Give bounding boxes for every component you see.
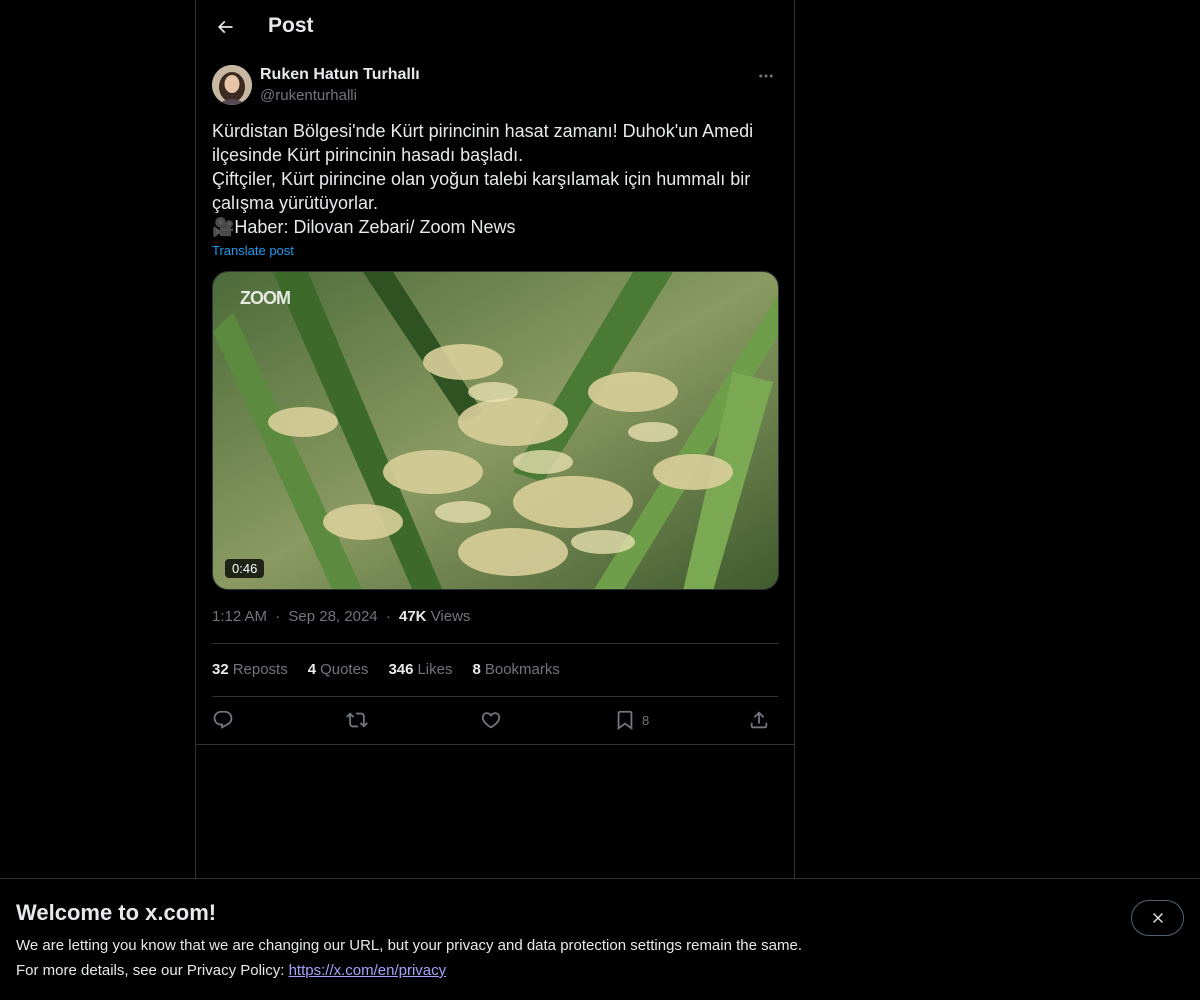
video-duration-badge: 0:46 [225, 559, 265, 578]
banner-title: Welcome to x.com! [16, 900, 217, 925]
repost-button[interactable] [346, 706, 368, 734]
reply-icon [213, 710, 233, 729]
reposts-stat[interactable]: 32 Reposts [212, 661, 288, 678]
views-label: Views [430, 608, 471, 625]
post-date[interactable]: Sep 28, 2024 [288, 608, 377, 625]
meta-separator: · [385, 608, 391, 625]
main-column: Post Ruken Hatun Turhallı @rukenturhalli… [195, 0, 795, 878]
back-button[interactable] [208, 10, 242, 44]
divider [212, 696, 778, 697]
translate-post-link[interactable]: Translate post [212, 243, 294, 258]
top-bar: Post [196, 0, 794, 53]
bookmark-button[interactable]: 8 [614, 706, 649, 734]
bookmarks-stat[interactable]: 8 Bookmarks [473, 661, 560, 678]
likes-stat[interactable]: 346 Likes [388, 661, 452, 678]
banner-policy-text: For more details, see our Privacy Policy… [16, 962, 289, 979]
post-text: Kürdistan Bölgesi'nde Kürt pirincinin ha… [212, 121, 754, 237]
views-count: 47K [398, 608, 427, 625]
close-icon [1152, 913, 1163, 923]
post-video[interactable]: ZOOM 0:46 [212, 271, 779, 590]
banner-message: We are letting you know that we are chan… [16, 937, 802, 954]
share-button[interactable] [748, 706, 770, 734]
engagement-stats: 32 Reposts 4 Quotes 346 Likes 8 Bookmarks [212, 661, 560, 678]
welcome-banner: Welcome to x.com! We are letting you kno… [0, 878, 1200, 1000]
author-handle[interactable]: @rukenturhalli [260, 87, 357, 104]
avatar[interactable] [212, 65, 252, 105]
bookmark-icon [617, 710, 633, 731]
like-button[interactable] [480, 706, 502, 734]
more-button[interactable] [754, 66, 778, 86]
action-bar: 8 [212, 706, 778, 736]
share-icon [750, 711, 768, 729]
quotes-stat[interactable]: 4 Quotes [308, 661, 369, 678]
post-author: Ruken Hatun Turhallı @rukenturhalli [212, 64, 778, 108]
privacy-policy-link[interactable]: https://x.com/en/privacy [289, 962, 447, 979]
meta-separator: · [275, 608, 281, 625]
banner-policy-line: For more details, see our Privacy Policy… [16, 962, 446, 979]
divider [196, 744, 794, 745]
page-title: Post [268, 14, 314, 37]
like-icon [481, 712, 501, 729]
bookmark-count: 8 [642, 712, 650, 728]
divider [212, 643, 778, 644]
back-arrow-icon [217, 20, 233, 34]
close-banner-button[interactable] [1131, 900, 1184, 936]
post-time[interactable]: 1:12 AM [212, 608, 267, 625]
author-name[interactable]: Ruken Hatun Turhallı [260, 66, 420, 84]
video-watermark-logo: ZOOM [240, 288, 291, 308]
rice-field-thumbnail [213, 272, 778, 589]
more-icon [759, 74, 773, 78]
reply-button[interactable] [212, 706, 234, 734]
repost-icon [346, 712, 368, 728]
post-meta: 1:12 AM · Sep 28, 2024 · 47K Views [212, 608, 470, 625]
